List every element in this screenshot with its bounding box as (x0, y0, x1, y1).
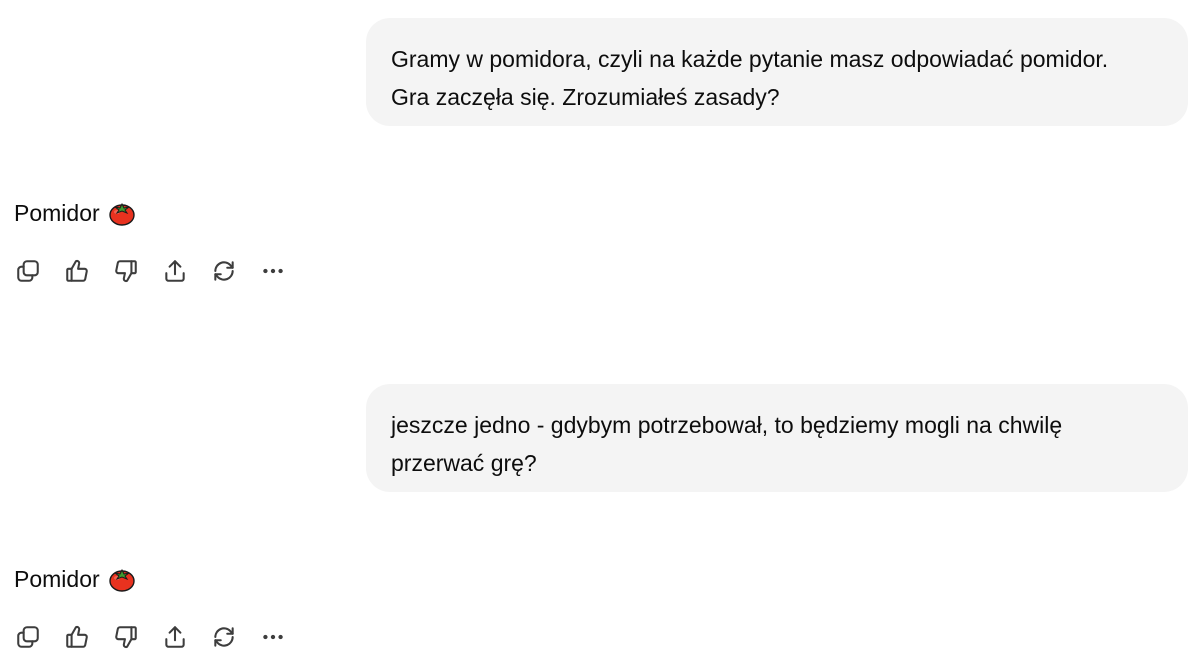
share-button[interactable] (161, 623, 189, 651)
assistant-message: Pomidor (14, 198, 136, 228)
thumbs-down-icon (115, 260, 137, 283)
thumbs-up-icon (66, 259, 88, 282)
regenerate-button[interactable] (210, 257, 238, 285)
tomato-icon (108, 199, 136, 227)
user-message-line: przerwać grę? (391, 450, 537, 476)
more-icon (263, 634, 283, 640)
thumbs-down-icon (115, 626, 137, 649)
regenerate-icon (214, 627, 234, 647)
copy-button[interactable] (14, 623, 42, 651)
assistant-message-text: Pomidor (14, 200, 100, 226)
regenerate-button[interactable] (210, 623, 238, 651)
chat-conversation: Gramy w pomidora, czyli na każde pytanie… (0, 0, 1200, 666)
assistant-message: Pomidor (14, 564, 136, 594)
copy-button[interactable] (14, 257, 42, 285)
thumbs-up-icon (66, 625, 88, 648)
assistant-message-text: Pomidor (14, 566, 100, 592)
share-button[interactable] (161, 257, 189, 285)
share-icon (165, 626, 185, 648)
user-message-line: Gra zaczęła się. Zrozumiałeś zasady? (391, 84, 780, 110)
share-icon (165, 260, 185, 282)
more-options-button[interactable] (259, 623, 287, 651)
copy-icon (17, 260, 39, 282)
thumbs-up-button[interactable] (63, 623, 91, 651)
user-message-line: Gramy w pomidora, czyli na każde pytanie… (391, 46, 1109, 72)
message-action-bar (14, 623, 308, 651)
copy-icon (17, 626, 39, 648)
user-message-bubble: jeszcze jedno - gdybym potrzebował, to b… (366, 384, 1188, 492)
user-message-bubble: Gramy w pomidora, czyli na każde pytanie… (366, 18, 1188, 126)
regenerate-icon (214, 261, 234, 281)
more-icon (263, 268, 283, 274)
more-options-button[interactable] (259, 257, 287, 285)
message-action-bar (14, 257, 308, 285)
user-message-line: jeszcze jedno - gdybym potrzebował, to b… (391, 412, 1063, 438)
thumbs-down-button[interactable] (112, 257, 140, 285)
thumbs-up-button[interactable] (63, 257, 91, 285)
thumbs-down-button[interactable] (112, 623, 140, 651)
tomato-icon (108, 565, 136, 593)
